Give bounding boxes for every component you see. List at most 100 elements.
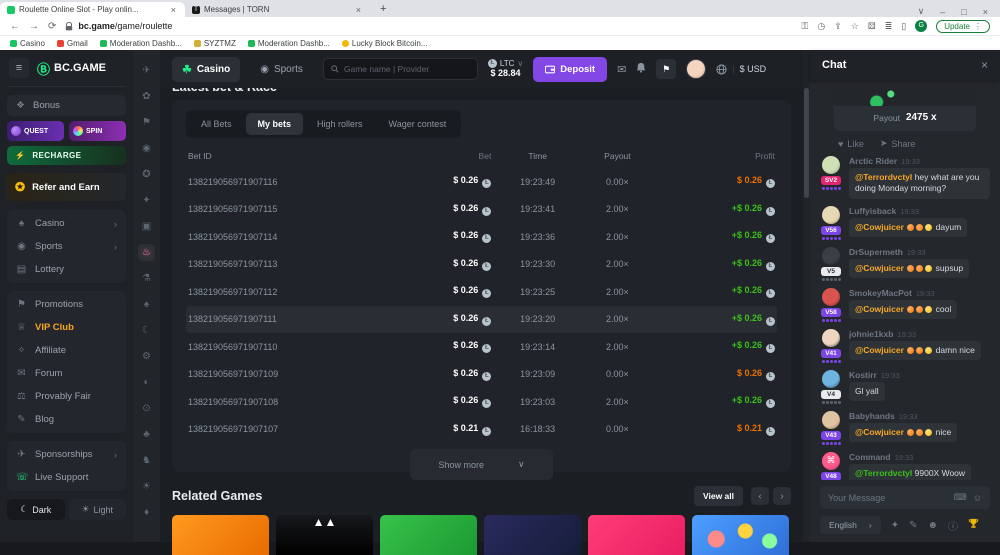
username[interactable]: Kostirr: [849, 370, 877, 380]
like-button[interactable]: ♥Like: [838, 138, 864, 149]
mention[interactable]: @Terrordvctyl: [855, 468, 912, 478]
sidebar-item-sports[interactable]: ◉Sports›: [7, 235, 126, 258]
bookmark-gmail[interactable]: Gmail: [57, 39, 88, 48]
sidepanel-icon[interactable]: ▯: [901, 21, 906, 32]
forward-button[interactable]: →: [29, 21, 39, 32]
game-search-input[interactable]: Game name | Provider: [323, 58, 478, 80]
rail-icon[interactable]: ✦: [138, 192, 155, 209]
show-more-button[interactable]: Show more∨: [410, 449, 552, 480]
quest-badge[interactable]: QUEST: [7, 121, 64, 141]
tab-close-icon[interactable]: ×: [354, 5, 363, 15]
bookmark-moderation-2[interactable]: Moderation Dashb...: [248, 39, 330, 48]
username[interactable]: johnie1kxb: [849, 329, 893, 339]
sidebar-item-refer-and-earn[interactable]: ✪Refer and Earn: [7, 173, 126, 201]
rail-icon[interactable]: ☾: [138, 322, 155, 339]
chat-rules-icon[interactable]: ✎: [909, 520, 917, 531]
sidebar-item-promotions[interactable]: ⚑Promotions: [7, 293, 126, 316]
new-tab-button[interactable]: +: [370, 3, 396, 17]
bookmark-casino[interactable]: Casino: [10, 39, 45, 48]
media-list-icon[interactable]: ≣: [885, 21, 893, 32]
notification-bell-icon[interactable]: [636, 62, 646, 76]
sidebar-item-provably-fair[interactable]: ⚖Provably Fair: [7, 385, 126, 408]
header-tab-casino[interactable]: ☘Casino: [172, 57, 240, 82]
username[interactable]: Command: [849, 452, 891, 462]
rail-icon[interactable]: ✪: [138, 166, 155, 183]
table-row[interactable]: 138219056971907107 $ 0.21Ł 16:18:33 0.00…: [186, 416, 777, 444]
username[interactable]: Arctic Rider: [849, 156, 897, 166]
shared-bet-card[interactable]: Payout2475 x ♥Like ➤Share: [834, 86, 976, 149]
table-row[interactable]: 138219056971907110 $ 0.26Ł 19:23:14 2.00…: [186, 333, 777, 361]
chat-close-icon[interactable]: ×: [981, 58, 988, 72]
username[interactable]: Luffyisback: [849, 206, 896, 216]
emoji-icon[interactable]: ☺: [973, 493, 982, 503]
username[interactable]: Babyhands: [849, 411, 895, 421]
username[interactable]: SmokeyMacPot: [849, 288, 912, 298]
game-tile[interactable]: [484, 515, 581, 555]
mention[interactable]: @Cowjuicer: [855, 345, 904, 355]
table-row-highlighted[interactable]: 138219056971907111 $ 0.26Ł 19:23:20 2.00…: [186, 306, 777, 334]
reload-button[interactable]: ⟳: [48, 21, 56, 32]
scrollbar-thumb[interactable]: [804, 88, 809, 198]
window-menu-icon[interactable]: ∨: [918, 6, 925, 17]
rail-icon[interactable]: ◉: [138, 140, 155, 157]
currency-selector[interactable]: | $ USD: [716, 64, 766, 75]
sidebar-item-live-support[interactable]: ☏Live Support: [7, 466, 126, 489]
sidebar-item-lottery[interactable]: ▤Lottery: [7, 258, 126, 281]
avatar[interactable]: [822, 206, 840, 224]
avatar[interactable]: [822, 156, 840, 174]
table-row[interactable]: 138219056971907113 $ 0.26Ł 19:23:30 2.00…: [186, 251, 777, 279]
tab-close-icon[interactable]: ×: [169, 5, 178, 15]
mention[interactable]: @Terrordvctyl: [855, 172, 912, 182]
table-row[interactable]: 138219056971907108 $ 0.26Ł 19:23:03 2.00…: [186, 388, 777, 416]
bookmark-lucky-block[interactable]: Lucky Block Bitcoin...: [342, 39, 428, 48]
avatar[interactable]: [822, 247, 840, 265]
view-all-button[interactable]: View all: [694, 486, 743, 506]
chat-messages[interactable]: Payout2475 x ♥Like ➤Share SV2 Arctic Rid…: [810, 80, 1000, 480]
history-icon[interactable]: ◷: [817, 21, 825, 32]
bookmark-star-icon[interactable]: ☆: [851, 21, 859, 32]
rail-icon[interactable]: ◐: [138, 374, 155, 391]
rail-icon[interactable]: ♠: [138, 296, 155, 313]
game-tile[interactable]: [588, 515, 685, 555]
bcgame-logo[interactable]: ⒷBC.GAME: [37, 59, 106, 78]
browser-tab-torn[interactable]: T Messages | TORN ×: [185, 2, 370, 17]
chrome-profile-avatar[interactable]: G: [915, 20, 927, 32]
spin-badge[interactable]: SPIN: [69, 121, 126, 141]
sidebar-item-forum[interactable]: ✉Forum: [7, 362, 126, 385]
avatar[interactable]: [822, 411, 840, 429]
share-button[interactable]: ➤Share: [880, 138, 916, 149]
share-icon[interactable]: ⇪: [834, 21, 842, 32]
inbox-icon[interactable]: ✉: [617, 63, 626, 76]
rail-icon[interactable]: ☀: [138, 478, 155, 495]
chrome-update-button[interactable]: Update⋮: [936, 20, 990, 33]
avatar[interactable]: [822, 370, 840, 388]
mention[interactable]: @Cowjuicer: [855, 304, 904, 314]
deposit-button[interactable]: Deposit: [533, 57, 607, 82]
sidebar-item-affiliate[interactable]: ✧Affiliate: [7, 339, 126, 362]
game-tile[interactable]: ▲▲: [276, 515, 373, 555]
username[interactable]: DrSupermeth: [849, 247, 903, 257]
tab-my-bets[interactable]: My bets: [246, 113, 304, 135]
sidebar-item-vip-club[interactable]: ♕VIP Club: [7, 316, 126, 339]
tab-high-rollers[interactable]: High rollers: [305, 113, 375, 135]
flag-icon[interactable]: ⚑: [656, 59, 676, 79]
rail-icon[interactable]: ▣: [138, 218, 155, 235]
hamburger-menu-icon[interactable]: ≡: [9, 58, 29, 78]
game-tile[interactable]: [380, 515, 477, 555]
rail-icon[interactable]: ⚗: [138, 270, 155, 287]
chat-language-selector[interactable]: English›: [820, 516, 881, 534]
trophy-icon[interactable]: [968, 518, 979, 532]
bookmark-moderation-1[interactable]: Moderation Dashb...: [100, 39, 182, 48]
avatar[interactable]: [822, 288, 840, 306]
password-key-icon[interactable]: ⚿: [802, 21, 809, 32]
table-row[interactable]: 138219056971907112 $ 0.26Ł 19:23:25 2.00…: [186, 278, 777, 306]
sidebar-item-sponsorships[interactable]: ✈Sponsorships›: [7, 443, 126, 466]
rail-icon[interactable]: ⚑: [138, 114, 155, 131]
rail-icon[interactable]: ✈: [138, 62, 155, 79]
rail-icon[interactable]: ✿: [138, 88, 155, 105]
table-row[interactable]: 138219056971907114 $ 0.26Ł 19:23:36 2.00…: [186, 223, 777, 251]
rail-icon[interactable]: ⊙: [138, 400, 155, 417]
header-tab-sports[interactable]: ◉Sports: [250, 58, 313, 81]
browser-tab-roulette[interactable]: Roulette Online Slot - Play onlin... ×: [0, 2, 185, 17]
chat-message-input[interactable]: Your Message ⌨ ☺: [820, 486, 990, 509]
